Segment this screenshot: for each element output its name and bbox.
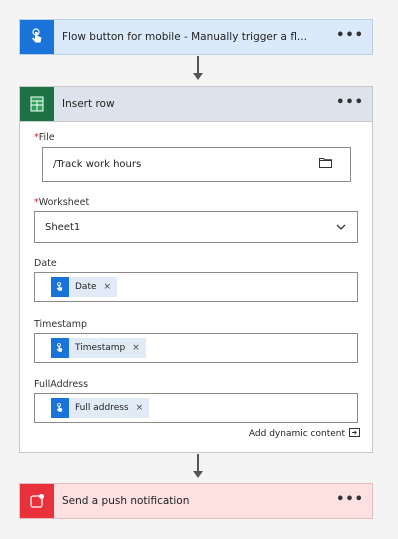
notification-icon: [20, 484, 54, 518]
timestamp-input[interactable]: Timestamp ×: [34, 333, 358, 363]
trigger-title: Flow button for mobile - Manually trigge…: [62, 31, 307, 43]
file-value: /Track work hours: [53, 159, 142, 170]
folder-icon[interactable]: [319, 157, 332, 171]
push-notification-card[interactable]: Send a push notification •••: [19, 483, 373, 519]
date-token[interactable]: Date ×: [51, 277, 118, 297]
date-token-label: Date: [75, 282, 97, 292]
trigger-card[interactable]: Flow button for mobile - Manually trigge…: [19, 19, 373, 55]
worksheet-label-text: Worksheet: [38, 197, 90, 208]
add-dynamic-content-label: Add dynamic content: [248, 429, 345, 439]
dynamic-content-icon: [349, 428, 360, 440]
fulladdress-input[interactable]: Full address ×: [34, 393, 358, 423]
date-token-remove-icon[interactable]: ×: [104, 282, 112, 292]
date-input[interactable]: Date ×: [34, 272, 358, 302]
connector-arrow-2: [193, 454, 203, 478]
flow-button-icon: [20, 20, 54, 54]
push-notification-header[interactable]: Send a push notification •••: [20, 484, 372, 518]
trigger-header[interactable]: Flow button for mobile - Manually trigge…: [20, 20, 372, 54]
flow-button-token-icon: [51, 277, 69, 297]
date-label: Date: [34, 258, 57, 269]
flow-button-token-icon: [51, 338, 69, 358]
flow-button-token-icon: [51, 398, 69, 418]
file-input[interactable]: /Track work hours: [42, 147, 351, 182]
timestamp-token-label: Timestamp: [75, 343, 126, 353]
insert-row-title: Insert row: [62, 98, 115, 110]
insert-row-header[interactable]: Insert row •••: [20, 87, 372, 122]
file-label-text: File: [38, 132, 55, 143]
worksheet-select[interactable]: Sheet1: [34, 211, 358, 243]
timestamp-token[interactable]: Timestamp ×: [51, 338, 146, 358]
fulladdress-token-label: Full address: [75, 403, 129, 413]
worksheet-label: *Worksheet: [34, 197, 89, 208]
timestamp-token-remove-icon[interactable]: ×: [132, 343, 140, 353]
connector-arrow-1: [193, 56, 203, 80]
trigger-more-menu[interactable]: •••: [336, 29, 364, 42]
fulladdress-label: FullAddress: [34, 379, 89, 390]
push-notification-title: Send a push notification: [62, 495, 190, 507]
timestamp-label: Timestamp: [34, 319, 88, 330]
fulladdress-token[interactable]: Full address ×: [51, 398, 150, 418]
chevron-down-icon[interactable]: [336, 223, 346, 234]
push-notification-more-menu[interactable]: •••: [336, 493, 364, 506]
excel-icon: [20, 87, 54, 121]
file-label: *File: [34, 132, 55, 143]
fulladdress-token-remove-icon[interactable]: ×: [136, 403, 144, 413]
add-dynamic-content-link[interactable]: Add dynamic content: [249, 428, 360, 440]
insert-row-card: Insert row ••• *File /Track work hours *…: [19, 86, 373, 453]
insert-row-more-menu[interactable]: •••: [336, 96, 364, 109]
worksheet-value: Sheet1: [45, 221, 81, 233]
